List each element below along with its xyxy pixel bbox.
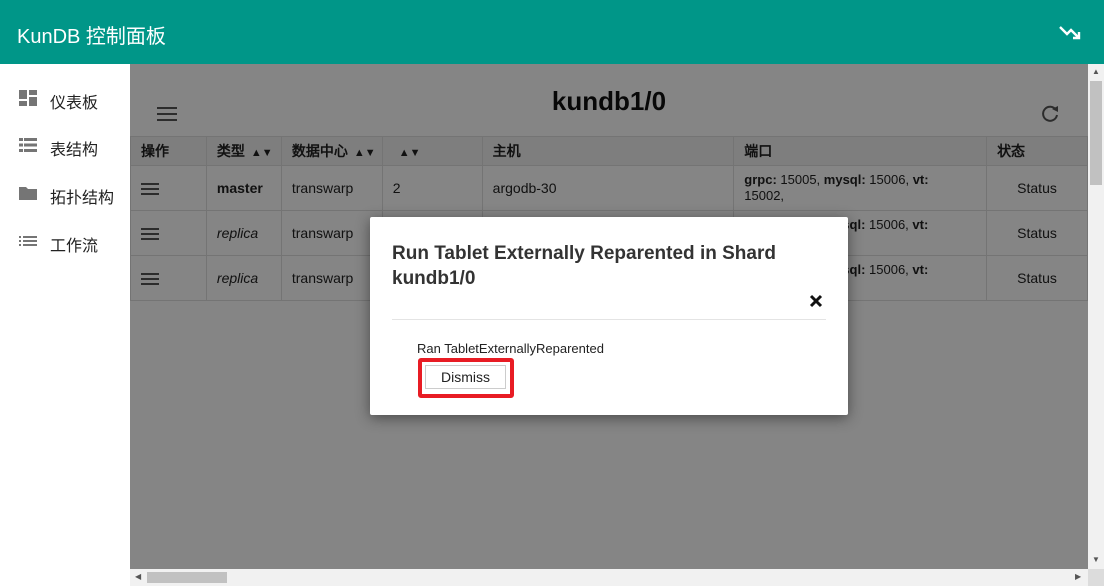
scroll-up-icon[interactable]: ▲ — [1092, 68, 1100, 76]
top-app-bar: KunDB 控制面板 — [0, 0, 1104, 64]
sidebar-item-label: 仪表板 — [50, 95, 99, 112]
sidebar-item-dashboard[interactable]: 仪表板 — [0, 80, 130, 116]
horizontal-scroll-thumb[interactable] — [147, 572, 227, 583]
dialog-message: Ran TabletExternallyReparented — [417, 341, 604, 356]
folder-icon — [19, 187, 37, 200]
sidebar-item-topology[interactable]: 拓扑结构 — [0, 175, 130, 211]
app-title: KunDB 控制面板 — [17, 26, 166, 48]
list-bullet-icon — [19, 236, 37, 246]
dashboard-icon — [19, 90, 37, 106]
dismiss-button[interactable]: Dismiss — [425, 365, 506, 389]
vertical-scrollbar[interactable]: ▲ ▼ — [1088, 64, 1104, 569]
sidebar-item-label: 工作流 — [50, 238, 99, 255]
scroll-right-icon[interactable]: ▶ — [1075, 573, 1081, 581]
horizontal-scrollbar[interactable]: ◀ ▶ — [130, 569, 1088, 586]
sidebar-item-label: 表结构 — [50, 142, 99, 159]
list-icon — [19, 138, 37, 152]
sidebar-item-workflow[interactable]: 工作流 — [0, 223, 130, 259]
dialog-divider — [392, 319, 826, 320]
scroll-down-icon[interactable]: ▼ — [1092, 556, 1100, 564]
scroll-left-icon[interactable]: ◀ — [135, 573, 141, 581]
result-dialog: Run Tablet Externally Reparented in Shar… — [370, 217, 848, 415]
trending-down-icon[interactable] — [1058, 24, 1082, 42]
scrollbar-corner — [1088, 569, 1104, 586]
vertical-scroll-thumb[interactable] — [1090, 81, 1102, 185]
sidebar-item-label: 拓扑结构 — [50, 190, 115, 207]
sidebar-item-schema[interactable]: 表结构 — [0, 127, 130, 163]
close-icon[interactable] — [809, 294, 823, 308]
sidebar: 仪表板 表结构 拓扑结构 工作流 — [0, 64, 130, 586]
dialog-title: Run Tablet Externally Reparented in Shar… — [392, 243, 776, 289]
